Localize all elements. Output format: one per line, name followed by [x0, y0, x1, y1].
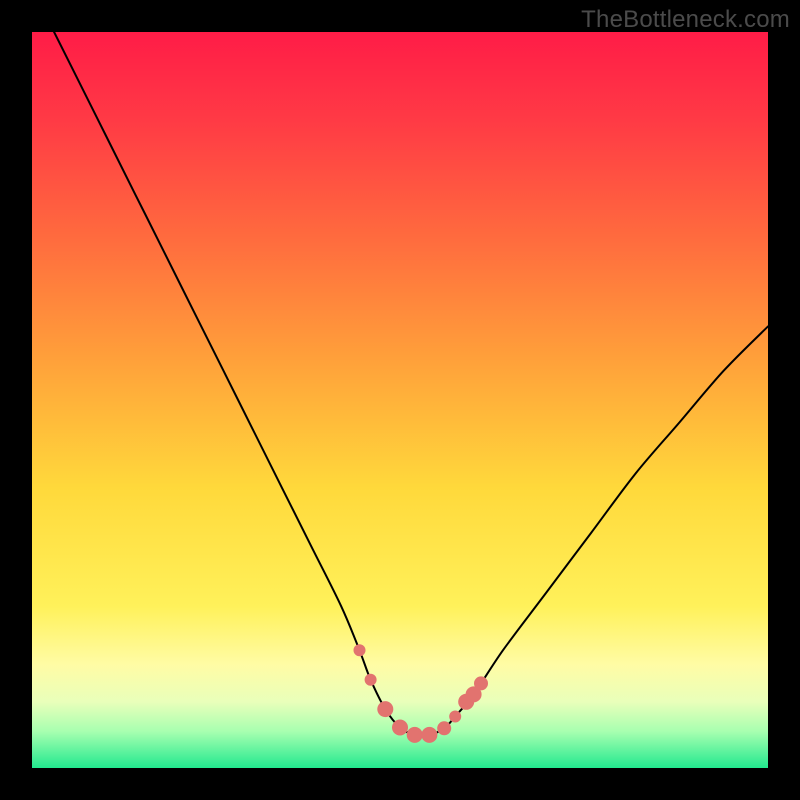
marker-dot: [437, 721, 451, 735]
marker-dot: [392, 720, 408, 736]
chart-frame: TheBottleneck.com: [0, 0, 800, 800]
marker-dot: [354, 644, 366, 656]
marker-dot: [407, 727, 423, 743]
marker-dot: [365, 674, 377, 686]
marker-dot: [474, 676, 488, 690]
plot-area: [32, 32, 768, 768]
watermark-text: TheBottleneck.com: [581, 6, 790, 34]
gradient-background: [32, 32, 768, 768]
marker-dot: [449, 711, 461, 723]
marker-dot: [377, 701, 393, 717]
marker-dot: [421, 727, 437, 743]
chart-svg: [32, 32, 768, 768]
